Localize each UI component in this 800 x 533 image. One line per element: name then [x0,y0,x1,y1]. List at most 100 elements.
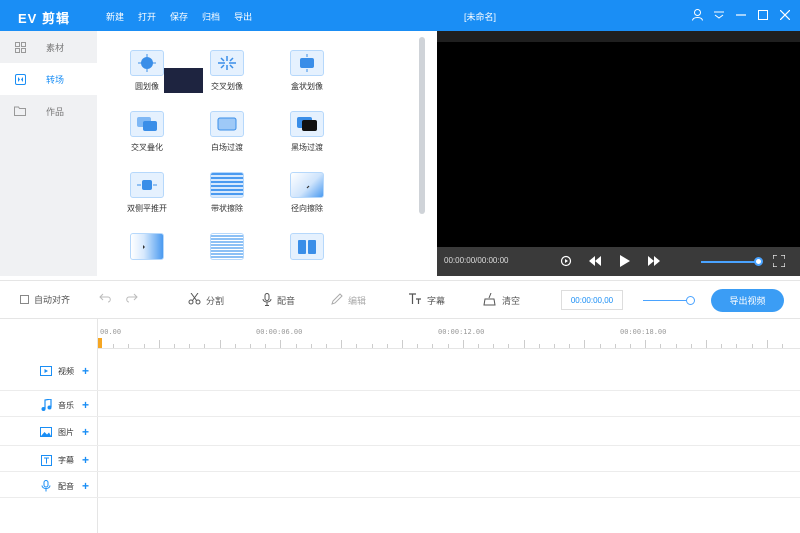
band-wipe-icon [210,172,244,198]
sidebar-item-transitions[interactable]: 转场 [0,63,97,95]
add-subtitle-button[interactable]: + [82,453,89,467]
box-wipe-icon [290,50,324,76]
volume-slider-knob[interactable] [754,257,763,266]
preview-panel: 00:00:00/00:00:00 [437,31,800,276]
clear-label: 清空 [502,296,521,306]
subtitle-label: 字幕 [427,295,446,306]
auto-align-checkbox[interactable] [20,295,29,304]
ruler-tick [158,340,160,348]
transition-tile[interactable] [267,233,347,275]
ruler-tick [341,340,343,348]
title-bar: EV 剪辑 新建 打开 保存 归档 导出 [未命名] [0,0,800,31]
ruler-tick [614,344,616,348]
dropdown-menu-icon[interactable] [712,8,726,22]
dub-button[interactable]: 配音 [262,293,295,308]
user-icon[interactable] [690,8,704,22]
track-name: 视频 + [40,364,89,378]
transition-label: 盒状划像 [291,82,323,91]
ruler-tick [326,344,327,348]
ruler-label: 00:00:18.00 [620,328,667,336]
add-image-button[interactable]: + [82,425,89,439]
split-push-icon [130,172,164,198]
ruler-tick [690,344,692,348]
play-icon[interactable] [618,254,632,268]
volume-slider[interactable] [701,261,759,263]
close-icon[interactable] [778,8,792,22]
timeline-zoom-knob[interactable] [686,296,695,305]
track-name: 图片 + [40,425,89,439]
microphone-icon [262,293,272,308]
track-row-subtitle[interactable]: 字幕 + [0,446,800,472]
add-video-button[interactable]: + [82,364,89,378]
fullscreen-icon[interactable] [772,254,786,268]
ruler-tick [189,344,191,348]
transition-tile[interactable]: 带状擦除 [187,172,267,214]
transition-label: 黑场过渡 [291,143,323,152]
sidebar-item-works[interactable]: 作品 [0,95,97,127]
ruler-tick [584,340,586,348]
split-button[interactable]: 分割 [188,292,224,307]
playback-time: 00:00:00/00:00:00 [444,256,509,265]
transition-tile[interactable]: 盒状划像 [267,50,347,92]
transition-tile[interactable]: 径向擦除 [267,172,347,214]
fast-forward-icon[interactable] [647,254,661,268]
add-dub-button[interactable]: + [82,479,89,493]
playhead-marker[interactable] [98,338,102,348]
dub-label: 配音 [277,296,296,306]
transition-label: 带状擦除 [211,204,243,213]
ruler-tick [538,344,540,348]
video-icon [40,366,52,377]
transitions-panel: 圆划像 交叉划像 盒状划像 交叉叠化 白场过渡 黑场过渡 双侧平推开 带状擦除 [97,31,433,276]
transition-label: 圆划像 [135,82,159,91]
ruler-tick [310,344,312,348]
transition-label: 双侧平推开 [127,204,167,213]
document-title: [未命名] [463,12,496,22]
minimize-icon[interactable] [734,8,748,22]
transitions-scrollbar[interactable] [419,37,425,214]
ruler-tick [174,344,175,348]
transition-tile[interactable] [107,233,187,275]
ruler-tick [204,344,206,348]
time-ruler[interactable]: 00.00 00:00:06.00 00:00:12.00 00:00:18.0… [98,319,800,349]
export-video-button[interactable]: 导出视频 [711,289,784,312]
undo-icon [99,293,112,305]
transition-tile[interactable]: 白场过渡 [187,111,267,153]
edit-button[interactable]: 编辑 [331,293,366,307]
track-row-video[interactable]: 视频 + [0,349,800,391]
ruler-tick [599,344,601,348]
left-sidebar: 素材 转场 作品 [0,31,97,276]
ruler-tick [569,344,571,348]
auto-align-label: 自动对齐 [34,295,71,305]
maximize-icon[interactable] [756,8,770,22]
ruler-tick [417,344,419,348]
doors-icon [290,233,324,260]
transition-tile[interactable]: 双侧平推开 [107,172,187,214]
transition-tile[interactable]: 黑场过渡 [267,111,347,153]
transition-tile[interactable]: 交叉叠化 [107,111,187,153]
text-icon [40,454,52,466]
edit-label: 编辑 [348,295,367,306]
subtitle-button[interactable]: 字幕 [408,293,445,307]
auto-align-toggle[interactable]: 自动对齐 [20,293,70,306]
replay-icon[interactable] [559,254,573,268]
timeline-zoom-slider[interactable] [643,300,690,301]
ruler-tick [265,344,267,348]
redo-button[interactable] [125,293,138,305]
track-row-image[interactable]: 图片 + [0,417,800,446]
add-music-button[interactable]: + [82,398,89,412]
transition-tile[interactable] [187,233,267,275]
ruler-tick [280,340,282,348]
ruler-tick [660,344,662,348]
ruler-tick [554,344,555,348]
track-row-music[interactable]: 音乐 + [0,391,800,417]
rewind-icon[interactable] [588,254,602,268]
cross-dissolve-icon [130,111,164,137]
track-row-dub[interactable]: 配音 + [0,472,800,498]
sidebar-item-materials[interactable]: 素材 [0,31,97,63]
white-fade-icon [210,111,244,137]
undo-button[interactable] [99,293,112,305]
hover-preview-overlay [164,68,203,93]
clear-button[interactable]: 清空 [483,292,521,308]
track-name: 字幕 + [40,453,89,467]
ruler-label: 00.00 [100,328,122,336]
